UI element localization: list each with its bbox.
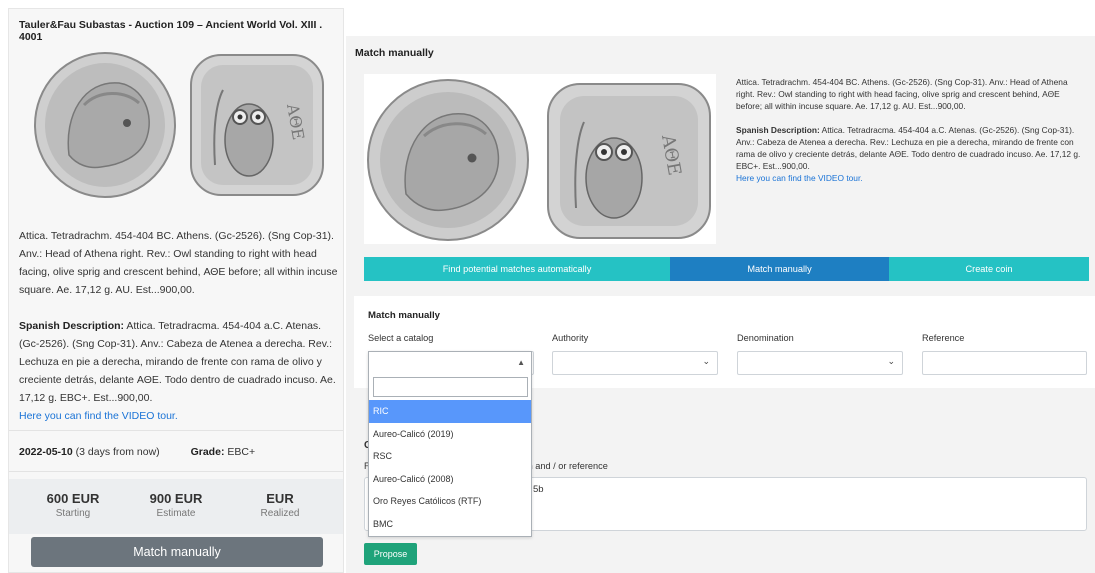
panel-description: Attica. Tetradrachm. 454-404 BC. Athens.…: [736, 76, 1088, 184]
spanish-description-text: Attica. Tetradracma. 454-404 a.C. Atenas…: [19, 320, 336, 404]
tab-find-matches[interactable]: Find potential matches automatically: [364, 257, 670, 281]
catalog-option[interactable]: Aureo-Calicó (2019): [369, 423, 531, 446]
video-tour-link[interactable]: Here you can find the VIDEO tour.: [736, 173, 863, 183]
catalog-label: Select a catalog: [368, 333, 434, 343]
form-title: Match manually: [368, 310, 440, 321]
match-manually-button[interactable]: Match manually: [31, 537, 323, 567]
spanish-description-label: Spanish Description:: [736, 125, 820, 135]
auction-date-row: 2022-05-10 (3 days from now) Grade: EBC+: [19, 446, 255, 458]
catalog-option[interactable]: Aureo-Calicó (2008): [369, 468, 531, 491]
denomination-label: Denomination: [737, 333, 794, 343]
price-estimate: 900 EUR Estimate: [149, 491, 203, 519]
authority-label: Authority: [552, 333, 589, 343]
auction-date: 2022-05-10: [19, 446, 73, 458]
english-description: Attica. Tetradrachm. 454-404 BC. Athens.…: [736, 77, 1068, 111]
coin-image: ΑΘΕ: [34, 52, 324, 198]
reference-label: Reference: [922, 333, 965, 343]
chevron-up-icon: ▲: [517, 358, 525, 367]
lot-card: Tauler&Fau Subastas - Auction 109 – Anci…: [8, 8, 344, 573]
spanish-description-label: Spanish Description:: [19, 320, 125, 332]
lot-title: Tauler&Fau Subastas - Auction 109 – Anci…: [19, 19, 323, 43]
chevron-down-icon: ⌄: [887, 356, 895, 366]
english-description: Attica. Tetradrachm. 454-404 BC. Athens.…: [19, 230, 338, 296]
grade-label: Grade:: [190, 446, 225, 458]
catalog-option[interactable]: RIC: [369, 400, 531, 423]
catalog-options: RIC Aureo-Calicó (2019) RSC Aureo-Calicó…: [369, 400, 531, 536]
catalog-option[interactable]: Oro Reyes Católicos (RTF): [369, 490, 531, 513]
price-summary: 600 EUR Starting 900 EUR Estimate EUR Re…: [9, 479, 343, 534]
propose-button[interactable]: Propose: [364, 543, 417, 565]
lot-description: Attica. Tetradrachm. 454-404 BC. Athens.…: [19, 227, 339, 425]
coin-image-large: ΑΘΕ: [364, 74, 716, 244]
reference-input[interactable]: [922, 351, 1087, 375]
video-tour-link[interactable]: Here you can find the VIDEO tour.: [19, 410, 178, 422]
catalog-dropdown: ▲ RIC Aureo-Calicó (2019) RSC Aureo-Cali…: [368, 351, 532, 537]
panel-title: Match manually: [355, 47, 434, 59]
grade-value: EBC+: [224, 446, 256, 458]
denomination-select[interactable]: ⌄: [737, 351, 903, 375]
tab-match-manually[interactable]: Match manually: [670, 257, 889, 281]
catalog-search-input[interactable]: [373, 377, 528, 397]
price-realized: EUR Realized: [260, 491, 300, 519]
authority-select[interactable]: ⌄: [552, 351, 718, 375]
chevron-down-icon: ⌄: [702, 356, 710, 366]
price-starting: 600 EUR Starting: [46, 491, 100, 519]
auction-date-note: (3 days from now): [72, 446, 160, 458]
tab-create-coin[interactable]: Create coin: [889, 257, 1089, 281]
catalog-option[interactable]: RSC: [369, 445, 531, 468]
divider: [9, 471, 343, 472]
match-tabs: Find potential matches automatically Mat…: [364, 257, 1089, 281]
divider: [9, 430, 343, 431]
catalog-option[interactable]: BMC: [369, 513, 531, 536]
